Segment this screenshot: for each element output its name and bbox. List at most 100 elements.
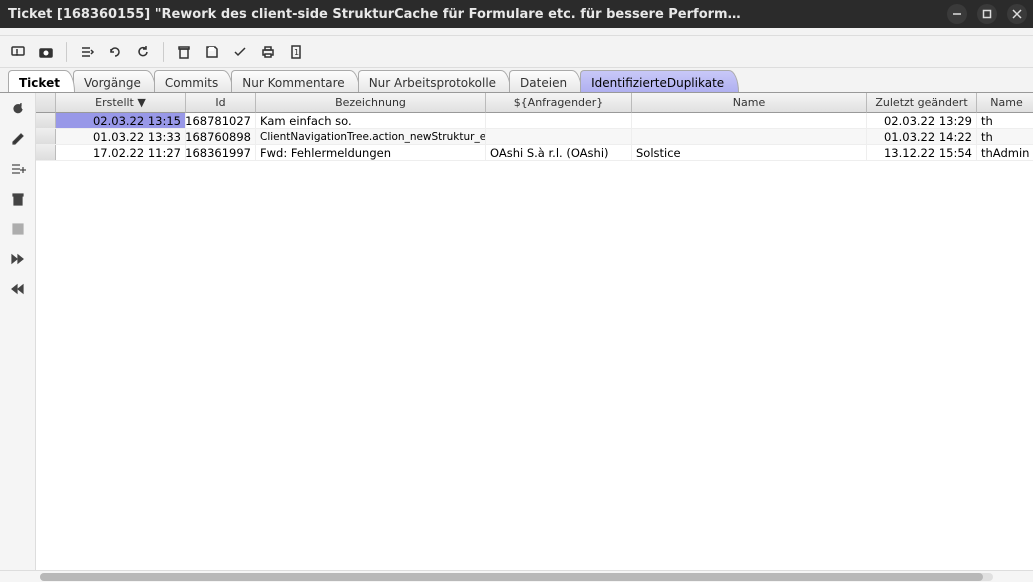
separator (163, 42, 164, 62)
cell: th (977, 113, 1033, 128)
side-backward-button[interactable] (8, 279, 28, 299)
col-header-anfragender[interactable]: ${Anfragender} (486, 93, 632, 113)
pencil-icon (10, 131, 26, 147)
side-stop-button[interactable] (8, 219, 28, 239)
refresh-icon (10, 101, 26, 117)
refresh-icon (135, 44, 151, 60)
col-header-geandert[interactable]: Zuletzt geändert (867, 93, 977, 113)
tab-commits[interactable]: Commits (154, 70, 233, 92)
print-icon (260, 44, 276, 60)
tab-nur-kommentare[interactable]: Nur Kommentare (231, 70, 359, 92)
col-header-name2[interactable]: Name (977, 93, 1033, 113)
table-row[interactable]: 02.03.22 13:15168781027Kam einfach so. 02… (36, 113, 1033, 129)
title-bar: Ticket [168360155] "Rework des client-si… (0, 0, 1033, 28)
camera-button[interactable] (34, 40, 58, 64)
delete-button[interactable] (172, 40, 196, 64)
tab-identifizierte-duplikate[interactable]: IdentifizierteDuplikate (580, 70, 739, 92)
list-button[interactable] (75, 40, 99, 64)
bottom-bar (0, 570, 1033, 582)
cell: 02.03.22 13:15 (56, 113, 186, 128)
tab-dateien[interactable]: Dateien (509, 70, 582, 92)
data-grid[interactable]: Erstellt ▼ Id Bezeichnung ${Anfragender}… (36, 93, 1033, 570)
col-header-id[interactable]: Id (186, 93, 256, 113)
cell (486, 113, 632, 128)
camera-icon (38, 44, 54, 60)
side-refresh-button[interactable] (8, 99, 28, 119)
horizontal-scrollbar[interactable] (40, 573, 993, 581)
cell: 168361997 (186, 145, 256, 160)
cell: 01.03.22 14:22 (867, 129, 977, 144)
double-left-icon (10, 283, 26, 295)
grid-body: 02.03.22 13:15168781027Kam einfach so. 02… (36, 113, 1033, 161)
col-header-erstellt[interactable]: Erstellt ▼ (56, 93, 186, 113)
grid-corner (36, 93, 56, 113)
maximize-button[interactable] (977, 4, 997, 24)
cell: 13.12.22 15:54 (867, 145, 977, 160)
cell: 17.02.22 11:27 (56, 145, 186, 160)
close-icon (1012, 9, 1022, 19)
tab-label: Nur Arbeitsprotokolle (369, 76, 496, 90)
window-title: Ticket [168360155] "Rework des client-si… (6, 7, 947, 22)
minimize-icon (952, 9, 962, 19)
print-button[interactable] (256, 40, 280, 64)
row-header (36, 145, 56, 160)
col-header-name[interactable]: Name (632, 93, 867, 113)
side-toolbar (0, 93, 36, 570)
cell (632, 129, 867, 144)
scrollbar-thumb[interactable] (40, 573, 983, 581)
toolbar: 1 (0, 36, 1033, 68)
cell (632, 113, 867, 128)
refresh-button[interactable] (131, 40, 155, 64)
list-icon (79, 44, 95, 60)
cell: ClientNavigationTree.action_newStruktur_… (256, 129, 486, 144)
table-row[interactable]: 17.02.22 11:27168361997Fwd: Fehlermeldun… (36, 145, 1033, 161)
comment-icon (10, 44, 26, 60)
page-button[interactable]: 1 (284, 40, 308, 64)
trash-icon (10, 191, 26, 207)
row-header (36, 113, 56, 128)
tab-label: Vorgänge (84, 76, 141, 90)
page-icon: 1 (288, 44, 304, 60)
save-button[interactable] (200, 40, 224, 64)
cell: 02.03.22 13:29 (867, 113, 977, 128)
minimize-button[interactable] (947, 4, 967, 24)
cell: Solstice (632, 145, 867, 160)
tab-bar: Ticket Vorgänge Commits Nur Kommentare N… (0, 68, 1033, 92)
cell: Kam einfach so. (256, 113, 486, 128)
cell: Fwd: Fehlermeldungen (256, 145, 486, 160)
menu-bar (0, 28, 1033, 36)
maximize-icon (982, 9, 992, 19)
undo-button[interactable] (103, 40, 127, 64)
cell: 01.03.22 13:33 (56, 129, 186, 144)
comment-button[interactable] (6, 40, 30, 64)
check-button[interactable] (228, 40, 252, 64)
col-header-bezeichnung[interactable]: Bezeichnung (256, 93, 486, 113)
side-delete-button[interactable] (8, 189, 28, 209)
tab-label: Ticket (19, 76, 60, 90)
undo-icon (107, 44, 123, 60)
svg-text:1: 1 (294, 48, 299, 57)
main-area: Erstellt ▼ Id Bezeichnung ${Anfragender}… (0, 92, 1033, 570)
table-row[interactable]: 01.03.22 13:33168760898ClientNavigationT… (36, 129, 1033, 145)
tab-ticket[interactable]: Ticket (8, 70, 75, 92)
trash-icon (176, 44, 192, 60)
cell: th (977, 129, 1033, 144)
close-button[interactable] (1007, 4, 1027, 24)
tab-label: Nur Kommentare (242, 76, 344, 90)
tab-nur-arbeitsprotokolle[interactable]: Nur Arbeitsprotokolle (358, 70, 511, 92)
tab-vorgaenge[interactable]: Vorgänge (73, 70, 156, 92)
side-edit-button[interactable] (8, 129, 28, 149)
cell: 168781027 (186, 113, 256, 128)
side-add-button[interactable] (8, 159, 28, 179)
cell: thAdmin (977, 145, 1033, 160)
save-icon (204, 44, 220, 60)
separator (66, 42, 67, 62)
stop-icon (11, 222, 25, 236)
row-header (36, 129, 56, 144)
double-right-icon (10, 253, 26, 265)
tab-label: Commits (165, 76, 218, 90)
cell: 168760898 (186, 129, 256, 144)
grid-header: Erstellt ▼ Id Bezeichnung ${Anfragender}… (36, 93, 1033, 113)
side-forward-button[interactable] (8, 249, 28, 269)
check-icon (232, 44, 248, 60)
